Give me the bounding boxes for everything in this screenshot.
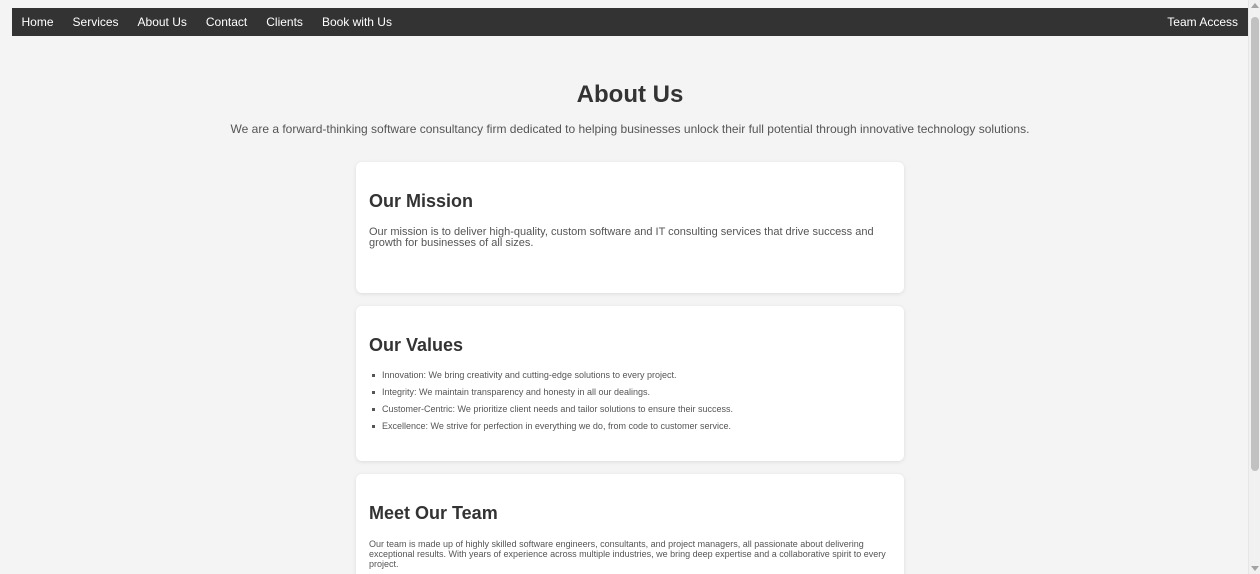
- nav-link-clients[interactable]: Clients: [257, 8, 313, 36]
- nav-link-about-us[interactable]: About Us: [128, 8, 196, 36]
- top-navbar: Home Services About Us Contact Clients B…: [12, 8, 1248, 36]
- page-viewport: Home Services About Us Contact Clients B…: [0, 0, 1248, 574]
- team-card: Meet Our Team Our team is made up of hig…: [356, 474, 904, 574]
- nav-link-services[interactable]: Services: [63, 8, 128, 36]
- mission-card: Our Mission Our mission is to deliver hi…: [356, 162, 904, 293]
- triangle-up-icon[interactable]: [1251, 3, 1259, 8]
- scrollbar-thumb[interactable]: [1251, 17, 1259, 471]
- values-list-item: Innovation: We bring creativity and cutt…: [369, 370, 891, 381]
- team-body: Our team is made up of highly skilled so…: [369, 539, 886, 569]
- triangle-down-icon[interactable]: [1251, 566, 1259, 571]
- nav-left-group: Home Services About Us Contact Clients B…: [12, 8, 401, 36]
- top-gap: [0, 0, 1248, 8]
- nav-link-contact[interactable]: Contact: [196, 8, 256, 36]
- hero-section: About Us We are a forward-thinking softw…: [0, 80, 1248, 136]
- mission-body: Our mission is to deliver high-quality, …: [369, 226, 874, 249]
- nav-link-team-access[interactable]: Team Access: [1158, 15, 1248, 29]
- nav-link-home[interactable]: Home: [12, 8, 63, 36]
- nav-right-group: Team Access: [1158, 8, 1248, 36]
- page-intro: We are a forward-thinking software consu…: [230, 122, 1030, 136]
- values-list-item: Excellence: We strive for perfection in …: [369, 421, 891, 432]
- values-card: Our Values Innovation: We bring creativi…: [356, 306, 904, 461]
- team-title: Meet Our Team: [369, 503, 498, 523]
- nav-link-book-with-us[interactable]: Book with Us: [312, 8, 401, 36]
- values-list: Innovation: We bring creativity and cutt…: [369, 370, 891, 432]
- values-list-item: Customer-Centric: We prioritize client n…: [369, 404, 891, 415]
- values-list-item: Integrity: We maintain transparency and …: [369, 387, 891, 398]
- values-title: Our Values: [369, 335, 464, 355]
- page-title: About Us: [576, 81, 684, 108]
- mission-title: Our Mission: [369, 191, 474, 211]
- vertical-scrollbar[interactable]: [1248, 0, 1260, 574]
